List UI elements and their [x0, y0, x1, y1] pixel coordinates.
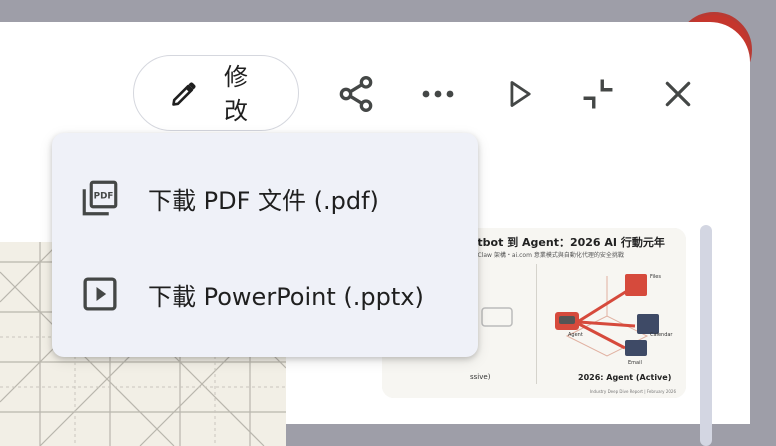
- menu-item-download-pdf[interactable]: PDF 下載 PDF 文件 (.pdf): [52, 150, 478, 246]
- slide-right-caption: 2026: Agent (Active): [578, 373, 672, 382]
- pencil-icon: [172, 82, 196, 106]
- old-window-icon: [481, 307, 513, 327]
- collapse-button[interactable]: [574, 70, 622, 118]
- menu-item-label: 下載 PDF 文件 (.pdf): [148, 186, 379, 215]
- slide-divider: [536, 264, 537, 384]
- scrollbar[interactable]: [700, 225, 712, 446]
- pdf-file-icon: PDF: [82, 180, 118, 216]
- more-horiz-icon: [422, 90, 454, 98]
- more-options-button[interactable]: [414, 70, 462, 118]
- play-icon: [510, 81, 531, 107]
- slide-left-caption: ssive): [470, 373, 491, 381]
- node-label-files: Files: [650, 274, 661, 280]
- collapse-icon: [583, 79, 613, 109]
- close-button[interactable]: [654, 70, 702, 118]
- close-icon: [665, 81, 691, 107]
- node-label-email: Email: [628, 360, 642, 366]
- share-button[interactable]: [332, 70, 380, 118]
- edit-button-label: 修改: [224, 63, 248, 125]
- slide-footer: Industry Deep Dive Report | February 202…: [589, 389, 676, 394]
- menu-item-label: 下載 PowerPoint (.pptx): [148, 282, 424, 311]
- edit-button[interactable]: 修改: [133, 55, 299, 131]
- share-icon: [339, 76, 373, 113]
- download-menu: PDF 下載 PDF 文件 (.pdf) 下載 PowerPoint (.ppt…: [52, 133, 478, 357]
- svg-text:PDF: PDF: [94, 191, 114, 201]
- present-button[interactable]: [496, 70, 544, 118]
- slideshow-icon: [83, 277, 117, 311]
- slide-title: atbot 到 Agent：2026 AI 行動元年: [470, 236, 665, 249]
- node-label-agent: Agent: [568, 332, 583, 338]
- menu-item-download-pptx[interactable]: 下載 PowerPoint (.pptx): [52, 246, 478, 342]
- node-label-calendar: Calendar: [650, 332, 673, 338]
